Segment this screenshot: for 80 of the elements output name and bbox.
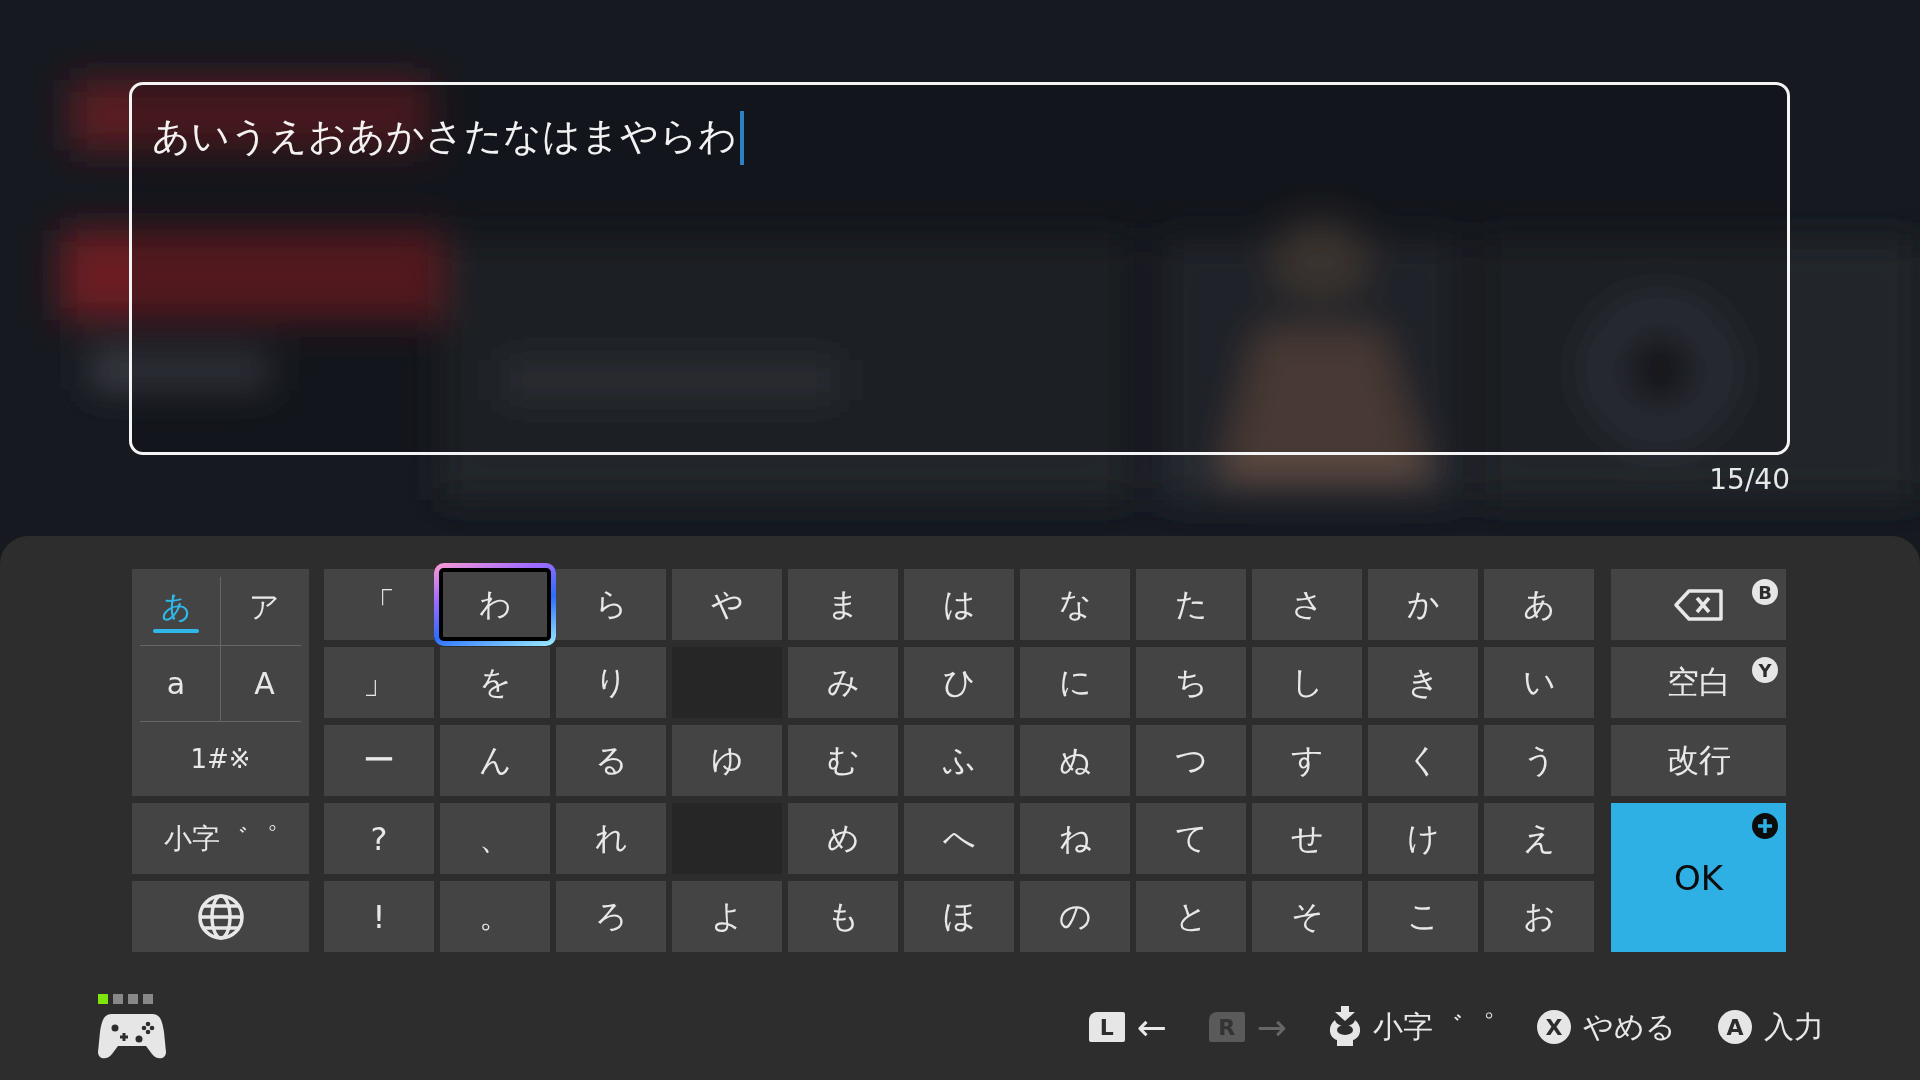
- keyboard-key[interactable]: よ: [672, 881, 782, 952]
- keyboard-key[interactable]: へ: [904, 803, 1014, 874]
- keyboard-key[interactable]: ー: [324, 725, 434, 796]
- keyboard-key[interactable]: 「: [324, 569, 434, 640]
- keyboard-key[interactable]: を: [440, 647, 550, 718]
- plus-icon: [1752, 813, 1778, 839]
- button-badge: Y: [1752, 657, 1778, 683]
- keyboard-key[interactable]: け: [1368, 803, 1478, 874]
- ok-button[interactable]: OK: [1611, 803, 1786, 952]
- keyboard-key[interactable]: れ: [556, 803, 666, 874]
- mode-tab[interactable]: a: [132, 645, 220, 721]
- keyboard-key[interactable]: み: [788, 647, 898, 718]
- keyboard-key[interactable]: の: [1020, 881, 1130, 952]
- backspace-key[interactable]: B: [1611, 569, 1786, 640]
- globe-icon: [195, 891, 246, 942]
- keyboard-key[interactable]: も: [788, 881, 898, 952]
- keyboard-key[interactable]: お: [1484, 881, 1594, 952]
- hint-label: 小字゛゜: [1373, 1007, 1495, 1046]
- keyboard-key[interactable]: う: [1484, 725, 1594, 796]
- arrow-label: →: [1256, 1006, 1287, 1048]
- mode-tab[interactable]: ア: [220, 569, 309, 645]
- keyboard-key[interactable]: !: [324, 881, 434, 952]
- keyboard-key[interactable]: こ: [1368, 881, 1478, 952]
- keyboard-key[interactable]: ?: [324, 803, 434, 874]
- keyboard-key[interactable]: [132, 881, 309, 952]
- keyboard-key[interactable]: と: [1136, 881, 1246, 952]
- keyboard-key[interactable]: 改行: [1611, 725, 1786, 796]
- keyboard-key[interactable]: や: [672, 569, 782, 640]
- keyboard-key[interactable]: く: [1368, 725, 1478, 796]
- keyboard-key[interactable]: さ: [1252, 569, 1362, 640]
- arrow-label: ←: [1136, 1006, 1167, 1048]
- button-badge: B: [1752, 579, 1778, 605]
- keyboard-key[interactable]: た: [1136, 569, 1246, 640]
- keyboard-key[interactable]: つ: [1136, 725, 1246, 796]
- keyboard-key[interactable]: か: [1368, 569, 1478, 640]
- keyboard-key[interactable]: ら: [556, 569, 666, 640]
- keyboard-key[interactable]: え: [1484, 803, 1594, 874]
- keyboard-key[interactable]: あ: [1484, 569, 1594, 640]
- keyboard-key[interactable]: に: [1020, 647, 1130, 718]
- keyboard-key[interactable]: そ: [1252, 881, 1362, 952]
- keyboard-key[interactable]: ひ: [904, 647, 1014, 718]
- text-field[interactable]: あいうえおあかさたなはまやらわ: [129, 82, 1790, 455]
- hint-label: やめる: [1583, 1007, 1676, 1046]
- keyboard-key[interactable]: 。: [440, 881, 550, 952]
- keyboard-key[interactable]: ほ: [904, 881, 1014, 952]
- keyboard-key[interactable]: 、: [440, 803, 550, 874]
- hint-label: 入力: [1764, 1007, 1824, 1046]
- keyboard-key[interactable]: め: [788, 803, 898, 874]
- keyboard-key[interactable]: む: [788, 725, 898, 796]
- mode-tab[interactable]: A: [220, 645, 309, 721]
- keyboard-key[interactable]: な: [1020, 569, 1130, 640]
- shoulder-button-icon: L: [1088, 1012, 1125, 1042]
- controller-icon: [98, 1012, 166, 1060]
- keyboard-key[interactable]: す: [1252, 725, 1362, 796]
- keyboard-key[interactable]: 」: [324, 647, 434, 718]
- keyboard-key[interactable]: 小字゛゜: [132, 803, 309, 874]
- keyboard-key[interactable]: 空白 Y: [1611, 647, 1786, 718]
- keyboard-key[interactable]: ろ: [556, 881, 666, 952]
- keyboard-key[interactable]: は: [904, 569, 1014, 640]
- keyboard-key[interactable]: り: [556, 647, 666, 718]
- keyboard-key[interactable]: て: [1136, 803, 1246, 874]
- face-button-icon: X: [1537, 1010, 1571, 1044]
- keyboard-key[interactable]: し: [1252, 647, 1362, 718]
- stick-icon: [1329, 1006, 1361, 1048]
- keyboard-key[interactable]: ま: [788, 569, 898, 640]
- backspace-icon: [1672, 587, 1725, 622]
- keyboard-key[interactable]: ぬ: [1020, 725, 1130, 796]
- keyboard-key[interactable]: き: [1368, 647, 1478, 718]
- character-counter: 15/40: [1709, 463, 1790, 496]
- keyboard-key[interactable]: る: [556, 725, 666, 796]
- keyboard-key[interactable]: い: [1484, 647, 1594, 718]
- keyboard-key[interactable]: ゆ: [672, 725, 782, 796]
- face-button-icon: A: [1718, 1010, 1752, 1044]
- keyboard-key[interactable]: せ: [1252, 803, 1362, 874]
- mode-tab[interactable]: あ: [132, 569, 220, 645]
- keyboard-key[interactable]: ん: [440, 725, 550, 796]
- keyboard-key[interactable]: ち: [1136, 647, 1246, 718]
- keyboard-key[interactable]: ね: [1020, 803, 1130, 874]
- keyboard-key[interactable]: ふ: [904, 725, 1014, 796]
- keyboard-key[interactable]: 1#※: [132, 721, 309, 796]
